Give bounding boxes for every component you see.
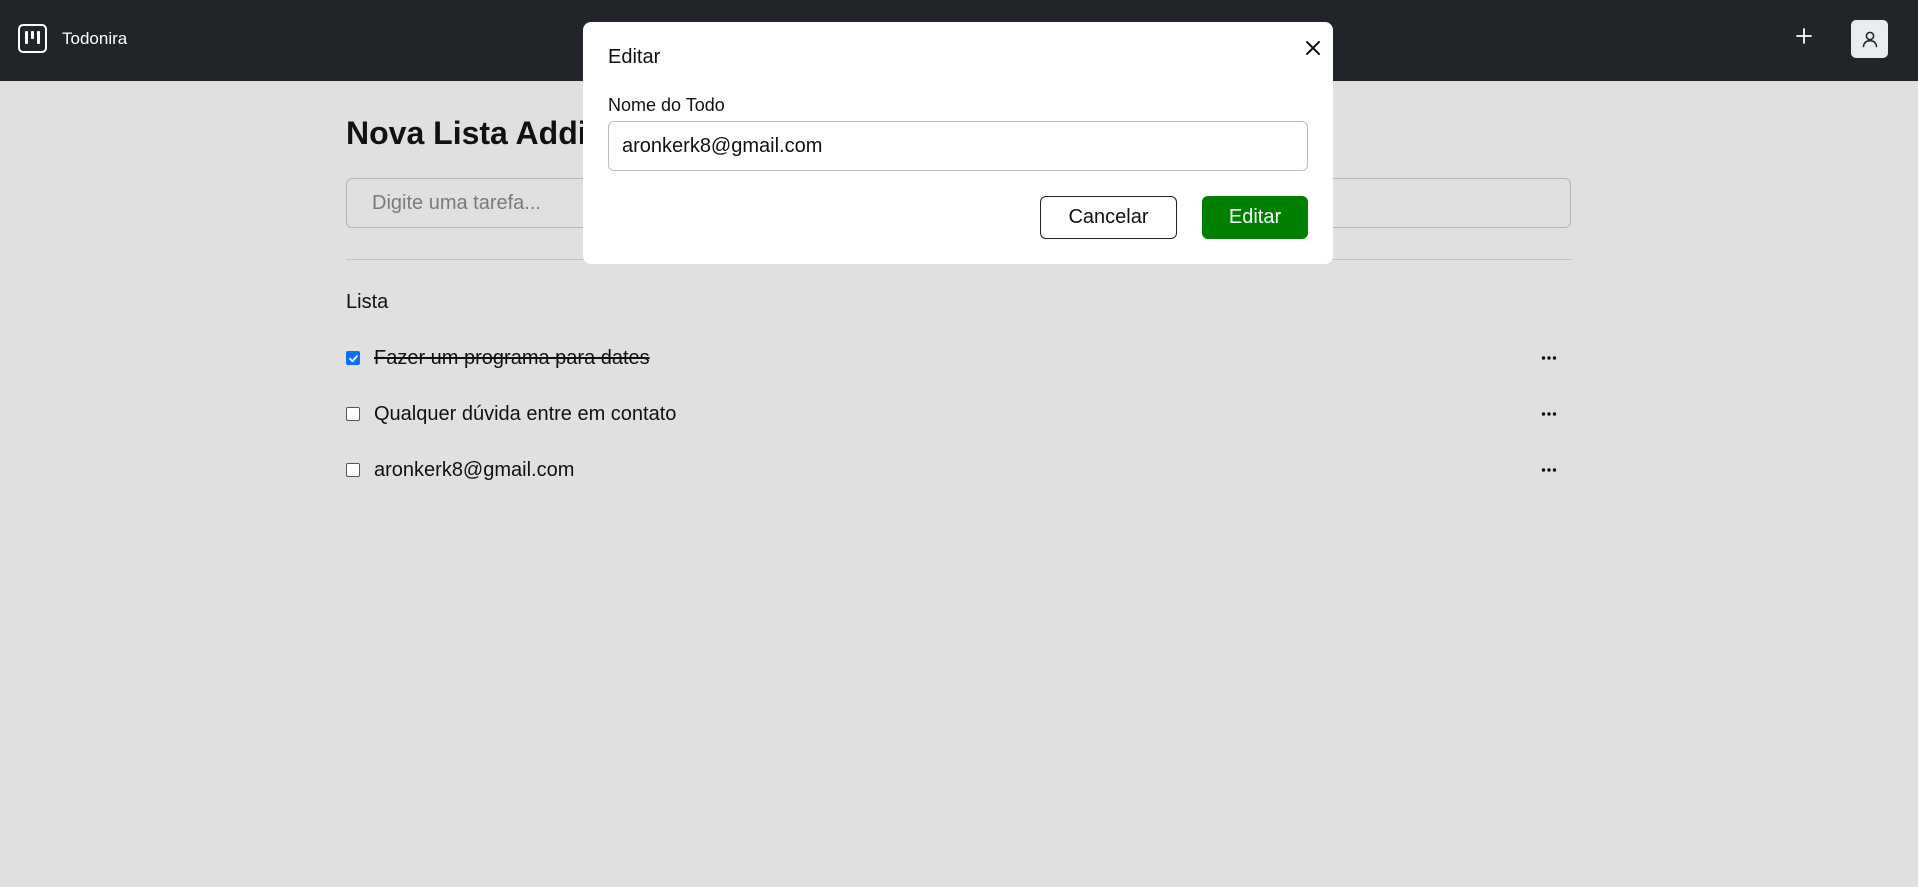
- todo-checkbox[interactable]: [346, 463, 360, 477]
- close-icon: [1306, 41, 1320, 55]
- todo-text: Fazer um programa para dates: [374, 346, 650, 369]
- todo-text: Qualquer dúvida entre em contato: [374, 402, 677, 425]
- edit-todo-modal: Editar Nome do Todo Cancelar Editar: [583, 22, 1333, 264]
- user-icon: [1862, 31, 1877, 48]
- ellipsis-icon: [1541, 412, 1557, 416]
- add-list-button[interactable]: [1793, 25, 1815, 47]
- kanban-board-icon: [18, 24, 47, 53]
- page-title: Nova Lista Addin: [346, 115, 607, 151]
- save-edit-button[interactable]: Editar: [1202, 196, 1308, 239]
- todo-options-button[interactable]: [1539, 404, 1559, 424]
- checkmark-icon: [348, 354, 358, 362]
- plus-icon: [1796, 28, 1812, 44]
- todo-options-button[interactable]: [1539, 460, 1559, 480]
- app-name: Todonira: [62, 28, 128, 48]
- user-profile-button[interactable]: [1851, 20, 1888, 58]
- todo-name-label: Nome do Todo: [608, 95, 725, 115]
- todo-options-button[interactable]: [1539, 348, 1559, 368]
- list-section-label: Lista: [346, 291, 389, 313]
- todo-item: Fazer um programa para dates: [346, 342, 1571, 374]
- ellipsis-icon: [1541, 468, 1557, 472]
- todo-name-input[interactable]: [608, 121, 1308, 171]
- cancel-button[interactable]: Cancelar: [1040, 196, 1177, 239]
- todo-item: Qualquer dúvida entre em contato: [346, 398, 1571, 430]
- ellipsis-icon: [1541, 356, 1557, 360]
- todo-checkbox[interactable]: [346, 407, 360, 421]
- todo-item: aronkerk8@gmail.com: [346, 454, 1571, 486]
- todo-checkbox[interactable]: [346, 351, 360, 365]
- brand[interactable]: Todonira: [18, 24, 127, 53]
- modal-title: Editar: [608, 46, 661, 68]
- modal-close-button[interactable]: [1301, 36, 1325, 60]
- todo-text: aronkerk8@gmail.com: [374, 458, 575, 481]
